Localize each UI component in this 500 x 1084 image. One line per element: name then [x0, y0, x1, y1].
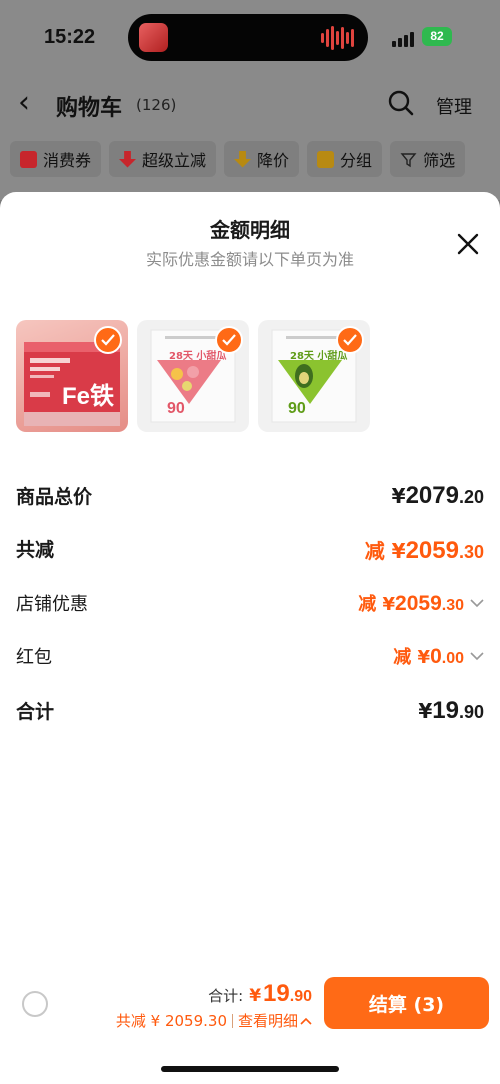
- battery-indicator: 82: [422, 27, 452, 46]
- product-count-text: 90: [167, 400, 185, 417]
- saved-line: 共减 ¥ 2059.30 查看明细: [116, 1010, 312, 1031]
- sum-value: ¥ 19 .90: [418, 697, 484, 724]
- status-bar: 15:22 82: [0, 0, 500, 76]
- back-icon[interactable]: ‹: [18, 88, 30, 118]
- store-discount-row[interactable]: 店铺优惠 减 ¥ 2059 .30: [16, 590, 484, 620]
- dynamic-island: [128, 14, 368, 61]
- goods-total-value: ¥ 2079 .20: [391, 482, 484, 509]
- search-icon[interactable]: [388, 90, 414, 116]
- product-thumb[interactable]: 28天 小甜瓜 90: [137, 320, 249, 432]
- manage-button[interactable]: 管理: [436, 93, 472, 119]
- sum-row: 合计 ¥ 19 .90: [16, 697, 484, 727]
- total-label: 合计:: [208, 987, 244, 1005]
- sheet-subtitle: 实际优惠金额请以下单页为准: [145, 250, 354, 269]
- background-cart-page: 15:22 82 ‹ 购物车 (126) 管理 消费券 超级立减 降价 分组 筛…: [0, 0, 500, 200]
- filter-price-drop[interactable]: 降价: [224, 141, 300, 177]
- checkout-bar: 合计: ¥ 19 .90 共减 ¥ 2059.30 查看明细 结算 (3): [0, 970, 500, 1040]
- red-packet-label: 红包: [16, 647, 52, 668]
- product-thumb[interactable]: 28天 小甜瓜 90: [258, 320, 370, 432]
- page-title: 购物车: [56, 96, 123, 121]
- now-playing-thumb: [139, 23, 168, 52]
- goods-total-label: 商品总价: [16, 486, 93, 508]
- folder-icon: [317, 150, 335, 168]
- chevron-down-icon[interactable]: [470, 598, 484, 608]
- filter-screen[interactable]: 筛选: [390, 141, 466, 177]
- store-discount-label: 店铺优惠: [16, 594, 88, 615]
- signal-icon: [392, 32, 414, 47]
- home-indicator: [161, 1066, 339, 1072]
- total-reduce-label: 共减: [16, 539, 55, 561]
- coupon-icon: [20, 150, 37, 168]
- selected-products: Fe铁 28天 小甜瓜 90 28天 小甜瓜 90: [16, 320, 370, 432]
- checkout-button[interactable]: 结算 (3): [324, 977, 489, 1029]
- total-currency: ¥: [249, 986, 262, 1006]
- filter-super-reduce[interactable]: 超级立减: [109, 141, 217, 177]
- sum-label: 合计: [16, 701, 55, 723]
- product-thumb[interactable]: Fe铁: [16, 320, 128, 432]
- chevron-down-icon[interactable]: [470, 651, 484, 661]
- product-brand-text: Fe铁: [62, 383, 115, 410]
- audio-wave-icon: [321, 26, 354, 50]
- total-line: 合计: ¥ 19 .90: [208, 980, 312, 1008]
- filter-bar: 消费券 超级立减 降价 分组 筛选: [10, 141, 466, 177]
- funnel-icon: [400, 152, 417, 167]
- total-amount: 19: [263, 980, 290, 1007]
- store-discount-value: 减 ¥ 2059 .30: [358, 590, 484, 616]
- checked-icon[interactable]: [215, 326, 243, 354]
- saved-amount: 共减 ¥ 2059.30: [115, 1012, 227, 1030]
- amount-detail-sheet: 金额明细 实际优惠金额请以下单页为准 Fe铁 28天 小甜瓜 90 28天 小甜…: [0, 192, 500, 1084]
- total-reduce-value: 减 ¥ 2059 .30: [364, 537, 484, 564]
- red-packet-value: 减 ¥ 0 .00: [393, 643, 484, 669]
- price-drop-icon: [234, 150, 252, 168]
- checked-icon[interactable]: [94, 326, 122, 354]
- filter-group[interactable]: 分组: [307, 141, 383, 177]
- total-decimal: .90: [289, 988, 312, 1005]
- chevron-up-icon[interactable]: [300, 1017, 312, 1025]
- product-count-text: 90: [288, 400, 306, 417]
- status-time: 15:22: [44, 26, 96, 48]
- divider: [231, 1013, 233, 1028]
- cart-count: (126): [136, 96, 177, 114]
- red-packet-row[interactable]: 红包 减 ¥ 0 .00: [16, 643, 484, 673]
- view-detail-link[interactable]: 查看明细: [238, 1010, 298, 1031]
- down-arrow-icon: [119, 150, 137, 168]
- total-reduce-row: 共减 减 ¥ 2059 .30: [16, 535, 484, 565]
- filter-coupon[interactable]: 消费券: [10, 141, 102, 177]
- close-icon[interactable]: [456, 232, 480, 256]
- select-all-checkbox[interactable]: [22, 991, 48, 1017]
- goods-total-row: 商品总价 ¥ 2079 .20: [16, 482, 484, 512]
- sheet-title: 金额明细: [210, 218, 290, 242]
- checked-icon[interactable]: [336, 326, 364, 354]
